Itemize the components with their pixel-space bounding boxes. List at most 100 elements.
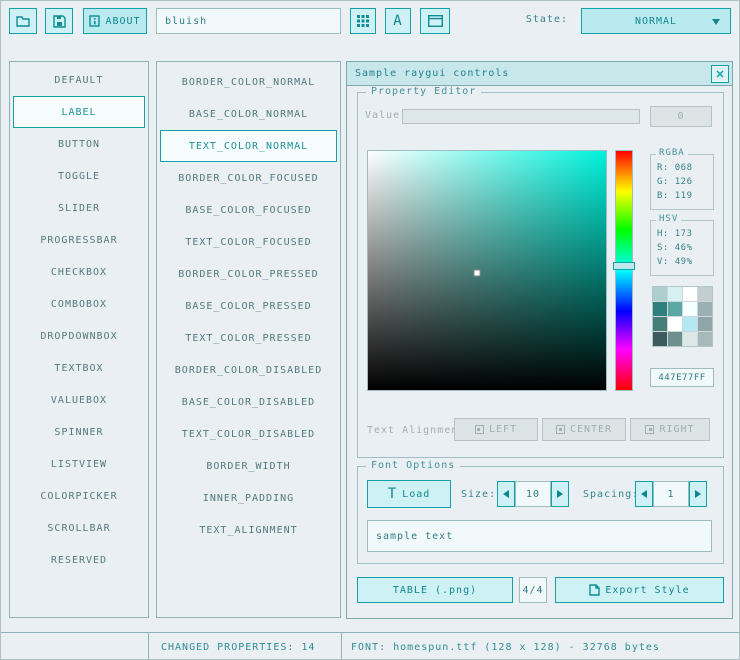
controls-list-item[interactable]: TEXTBOX (10, 352, 148, 384)
state-dropdown[interactable]: NORMAL (581, 8, 731, 34)
value-slider[interactable] (402, 109, 640, 124)
about-button-label: ABOUT (105, 16, 140, 27)
state-dropdown-value: NORMAL (635, 16, 677, 27)
spacing-value-box[interactable]: 1 (653, 481, 689, 507)
properties-list-item[interactable]: BORDER_COLOR_DISABLED (157, 354, 340, 386)
palette-swatch[interactable] (653, 302, 667, 316)
arrow-left-icon (641, 490, 647, 498)
properties-list-item[interactable]: TEXT_COLOR_PRESSED (157, 322, 340, 354)
controls-list: DEFAULTLABELBUTTONTOGGLESLIDERPROGRESSBA… (9, 61, 149, 618)
controls-list-item[interactable]: LISTVIEW (10, 448, 148, 480)
status-font-info: FONT: homespun.ttf (128 x 128) - 32768 b… (342, 632, 740, 660)
properties-list-item[interactable]: TEXT_COLOR_NORMAL (160, 130, 337, 162)
controls-list-item[interactable]: PROGRESSBAR (10, 224, 148, 256)
table-pages-box[interactable]: 4/4 (519, 577, 547, 603)
properties-list-item[interactable]: BASE_COLOR_FOCUSED (157, 194, 340, 226)
properties-list-item[interactable]: TEXT_ALIGNMENT (157, 514, 340, 546)
palette-swatch[interactable] (698, 287, 712, 301)
color-picker-square[interactable] (367, 150, 607, 391)
close-button[interactable] (711, 65, 729, 83)
palette-swatch[interactable] (683, 332, 697, 346)
state-label: State: (496, 14, 568, 25)
value-button[interactable]: 0 (650, 106, 712, 127)
controls-list-item[interactable]: DROPDOWNBOX (10, 320, 148, 352)
hue-bar[interactable] (615, 150, 633, 391)
style-table-view-button[interactable] (350, 8, 376, 34)
palette-swatch[interactable] (698, 332, 712, 346)
align-center-button[interactable]: CENTER (542, 418, 626, 441)
palette-swatch[interactable] (668, 332, 682, 346)
controls-view-button[interactable] (420, 8, 450, 34)
spacing-decrement-button[interactable] (635, 481, 653, 507)
hsv-rows: H: 173S: 46%V: 49% (651, 221, 713, 271)
sample-window-titlebar[interactable]: Sample raygui controls (347, 62, 732, 86)
rgba-panel[interactable]: RGBA R: 068G: 126B: 119 (650, 154, 714, 210)
hsv-panel[interactable]: HSV H: 173S: 46%V: 49% (650, 220, 714, 276)
controls-list-item[interactable]: CHECKBOX (10, 256, 148, 288)
palette-swatch[interactable] (683, 317, 697, 331)
properties-list-item[interactable]: BORDER_COLOR_PRESSED (157, 258, 340, 290)
controls-list-item[interactable]: DEFAULT (10, 64, 148, 96)
controls-list-item[interactable]: RESERVED (10, 544, 148, 576)
properties-list-item[interactable]: BASE_COLOR_PRESSED (157, 290, 340, 322)
properties-list-item[interactable]: TEXT_COLOR_FOCUSED (157, 226, 340, 258)
size-increment-button[interactable] (551, 481, 569, 507)
sample-text-input[interactable]: sample text (367, 520, 712, 552)
controls-list-item[interactable]: BUTTON (10, 128, 148, 160)
save-style-button[interactable] (45, 8, 73, 34)
table-export-button[interactable]: TABLE (.png) (357, 577, 513, 603)
open-style-button[interactable] (9, 8, 37, 34)
text-t-icon: T (388, 486, 397, 502)
size-value-box[interactable]: 10 (515, 481, 551, 507)
controls-list-item[interactable]: TOGGLE (10, 160, 148, 192)
align-center-label: CENTER (570, 424, 612, 435)
palette-swatch[interactable] (698, 302, 712, 316)
properties-list-item[interactable]: BASE_COLOR_NORMAL (157, 98, 340, 130)
align-left-button[interactable]: LEFT (454, 418, 538, 441)
properties-list-item[interactable]: BASE_COLOR_DISABLED (157, 386, 340, 418)
palette-swatch[interactable] (698, 317, 712, 331)
size-value: 10 (526, 489, 540, 500)
font-view-button[interactable]: A (385, 8, 411, 34)
color-component-row: V: 49% (657, 257, 713, 271)
table-pages-value: 4/4 (522, 585, 543, 596)
controls-list-item[interactable]: COMBOBOX (10, 288, 148, 320)
rgba-panel-label: RGBA (656, 148, 688, 158)
palette-swatch[interactable] (668, 302, 682, 316)
palette-swatch[interactable] (668, 287, 682, 301)
palette-swatch[interactable] (653, 317, 667, 331)
controls-list-item[interactable]: SLIDER (10, 192, 148, 224)
palette-swatch[interactable] (668, 317, 682, 331)
properties-list-item[interactable]: TEXT_COLOR_DISABLED (157, 418, 340, 450)
controls-list-item[interactable]: LABEL (13, 96, 145, 128)
controls-list-item[interactable]: SPINNER (10, 416, 148, 448)
palette-swatch[interactable] (683, 302, 697, 316)
palette-swatch[interactable] (653, 287, 667, 301)
controls-list-item[interactable]: VALUEBOX (10, 384, 148, 416)
about-button[interactable]: ABOUT (83, 8, 147, 34)
properties-list-item[interactable]: INNER_PADDING (157, 482, 340, 514)
size-decrement-button[interactable] (497, 481, 515, 507)
properties-list-item[interactable]: BORDER_WIDTH (157, 450, 340, 482)
properties-list-item[interactable]: BORDER_COLOR_NORMAL (157, 66, 340, 98)
align-right-label: RIGHT (659, 424, 694, 435)
align-right-button[interactable]: RIGHT (630, 418, 710, 441)
hex-color-input[interactable]: 447E77FF (650, 368, 714, 387)
style-name-input[interactable]: bluish (156, 8, 341, 34)
spacing-increment-button[interactable] (689, 481, 707, 507)
properties-list-item[interactable]: BORDER_COLOR_FOCUSED (157, 162, 340, 194)
export-style-button[interactable]: Export Style (555, 577, 724, 603)
color-component-row: G: 126 (657, 177, 713, 191)
load-font-button[interactable]: T Load (367, 480, 451, 508)
controls-list-item[interactable]: SCROLLBAR (10, 512, 148, 544)
export-style-label: Export Style (605, 585, 689, 596)
palette-swatch[interactable] (653, 332, 667, 346)
font-options-group-label: Font Options (366, 460, 460, 471)
controls-list-item[interactable]: COLORPICKER (10, 480, 148, 512)
table-export-label: TABLE (.png) (393, 585, 477, 596)
hue-slider-handle[interactable] (613, 262, 635, 270)
palette-swatch[interactable] (683, 287, 697, 301)
value-label: Value: (365, 110, 407, 121)
picker-cursor[interactable] (474, 269, 481, 276)
export-icon (589, 584, 600, 596)
